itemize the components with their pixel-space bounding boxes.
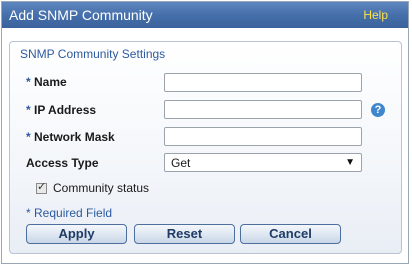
reset-button[interactable]: Reset (134, 224, 235, 244)
question-circle-icon[interactable]: ? (371, 103, 385, 117)
panel-title: SNMP Community Settings (20, 47, 166, 61)
apply-button[interactable]: Apply (26, 224, 127, 244)
required-marker: * (26, 75, 31, 89)
ip-address-label: * IP Address (26, 103, 96, 117)
access-type-value: Get (171, 155, 191, 170)
community-status-checkbox[interactable]: ✓ (36, 180, 47, 194)
community-status-label: Community status (53, 181, 150, 195)
access-type-label: Access Type (26, 156, 99, 170)
checkmark-icon: ✓ (37, 180, 47, 193)
community-status-row: ✓ Community status (36, 181, 149, 195)
required-marker: * (26, 103, 31, 117)
dialog-titlebar: Add SNMP Community Help (2, 2, 408, 28)
name-input[interactable] (164, 73, 362, 92)
help-link[interactable]: Help (363, 8, 388, 22)
cancel-button[interactable]: Cancel (240, 224, 341, 244)
network-mask-label-text: Network Mask (34, 130, 115, 144)
name-label-text: Name (34, 75, 67, 89)
add-snmp-community-dialog: Add SNMP Community Help SNMP Community S… (1, 1, 409, 264)
ip-address-input[interactable] (164, 100, 362, 119)
required-field-note: * Required Field (26, 206, 113, 220)
name-label: * Name (26, 75, 67, 89)
caret-down-icon: ▼ (345, 157, 355, 168)
ip-address-label-text: IP Address (34, 103, 97, 117)
network-mask-label: * Network Mask (26, 130, 115, 144)
required-marker: * (26, 130, 31, 144)
network-mask-input[interactable] (164, 127, 362, 146)
access-type-select[interactable]: Get ▼ (164, 153, 362, 172)
dialog-title: Add SNMP Community (9, 7, 153, 23)
snmp-community-settings-panel: SNMP Community Settings * Name * IP Addr… (9, 41, 402, 254)
access-type-label-text: Access Type (26, 156, 99, 170)
